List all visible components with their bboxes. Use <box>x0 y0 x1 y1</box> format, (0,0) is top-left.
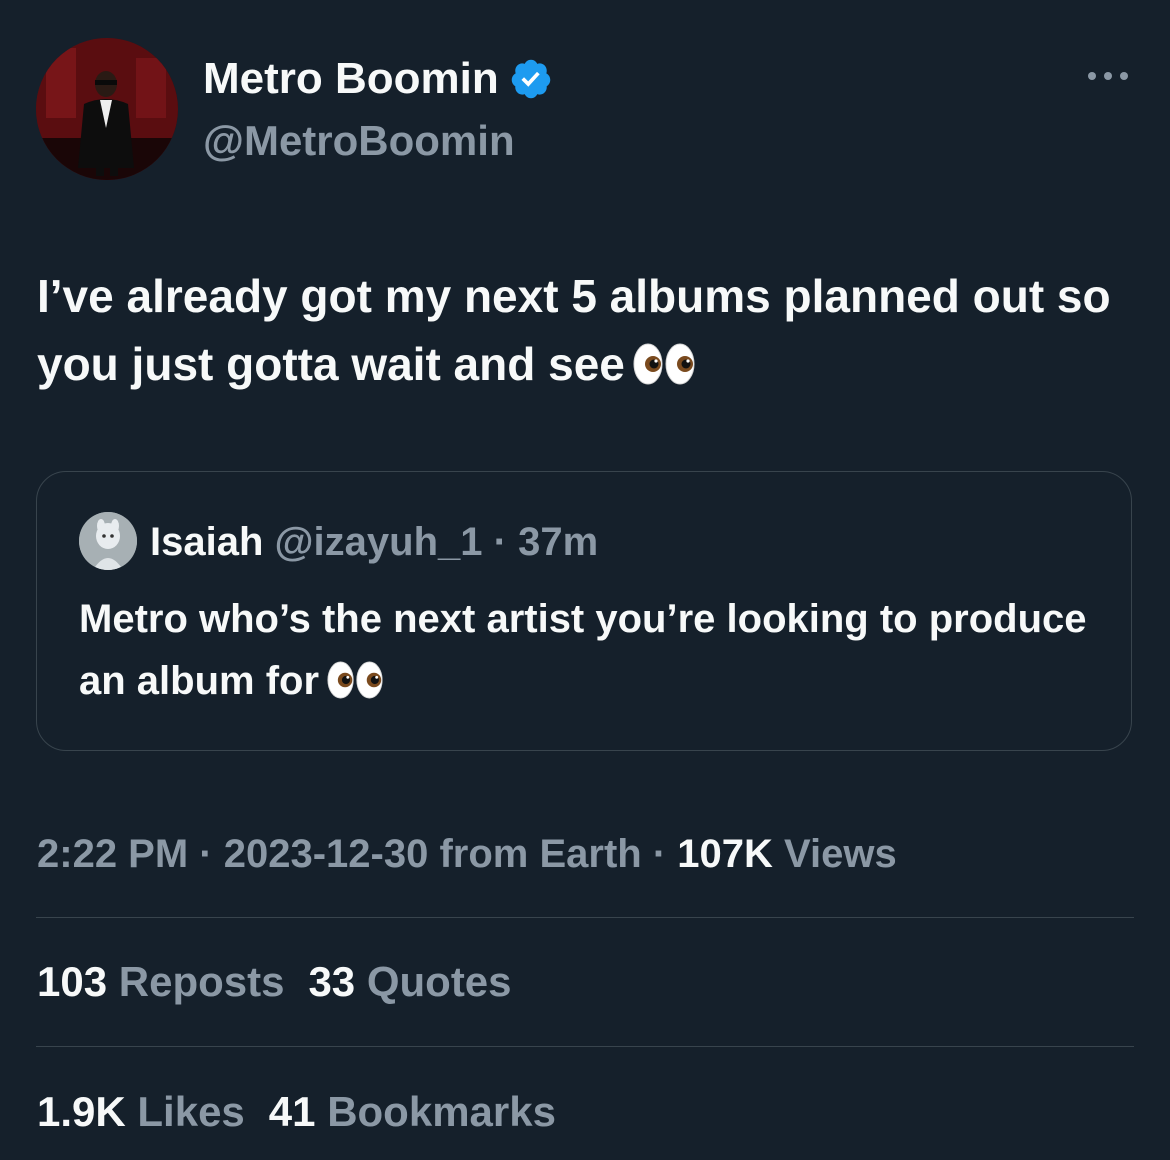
bookmarks-label: Bookmarks <box>327 1088 556 1135</box>
likes-stat[interactable]: 1.9K Likes <box>37 1088 245 1135</box>
reposts-count: 103 <box>37 958 108 1005</box>
likes-label: Likes <box>137 1088 245 1135</box>
divider <box>36 917 1134 918</box>
meta-separator: · <box>652 832 667 876</box>
tweet-text-body: I’ve already got my next 5 albums planne… <box>37 270 1111 390</box>
tweet-time[interactable]: 2:22 PM <box>37 832 188 876</box>
quotes-count: 33 <box>308 958 356 1005</box>
quote-separator: · <box>493 520 507 564</box>
quotes-stat[interactable]: 33 Quotes <box>308 958 511 1005</box>
views-label: Views <box>784 832 897 876</box>
tweet-meta: 2:22 PM · 2023-12-30 from Earth · 107K V… <box>37 826 897 882</box>
quotes-label: Quotes <box>366 958 512 1005</box>
stats-row-saves: 1.9K Likes 41 Bookmarks <box>37 1084 580 1140</box>
verified-badge-icon[interactable] <box>509 57 553 101</box>
eyes-emoji-icon <box>327 660 383 700</box>
more-options-icon[interactable] <box>1084 64 1132 88</box>
bookmarks-stat[interactable]: 41 Bookmarks <box>269 1088 556 1135</box>
author-name-text[interactable]: Metro Boomin <box>203 54 499 104</box>
likes-count: 1.9K <box>37 1088 126 1135</box>
quote-text-body: Metro who’s the next artist you’re looki… <box>79 597 1087 703</box>
quote-header: Isaiah @izayuh_1 · 37m <box>150 516 598 568</box>
stats-row-engagement: 103 Reposts 33 Quotes <box>37 954 536 1010</box>
author-avatar[interactable] <box>36 38 178 180</box>
quote-text: Metro who’s the next artist you’re looki… <box>79 588 1099 712</box>
quote-author-handle[interactable]: @izayuh_1 <box>275 520 483 564</box>
quote-author-avatar[interactable] <box>79 512 137 570</box>
meta-separator: · <box>199 832 213 876</box>
quote-timestamp[interactable]: 37m <box>518 520 598 564</box>
views-count: 107K <box>677 832 773 876</box>
quote-author-name[interactable]: Isaiah <box>150 520 263 564</box>
quoted-tweet-card[interactable]: Isaiah @izayuh_1 · 37m Metro who’s the n… <box>36 471 1132 751</box>
author-handle[interactable]: @MetroBoomin <box>203 116 515 166</box>
eyes-emoji-icon <box>633 342 695 386</box>
divider <box>36 1046 1134 1047</box>
tweet-date: 2023-12-30 from Earth <box>223 832 642 876</box>
tweet-text: I’ve already got my next 5 albums planne… <box>37 262 1147 398</box>
avatar-image <box>36 38 178 180</box>
bookmarks-count: 41 <box>268 1088 316 1135</box>
reposts-stat[interactable]: 103 Reposts <box>37 958 284 1005</box>
author-name[interactable]: Metro Boomin <box>203 54 553 104</box>
quote-avatar-image <box>79 512 137 570</box>
reposts-label: Reposts <box>118 958 285 1005</box>
